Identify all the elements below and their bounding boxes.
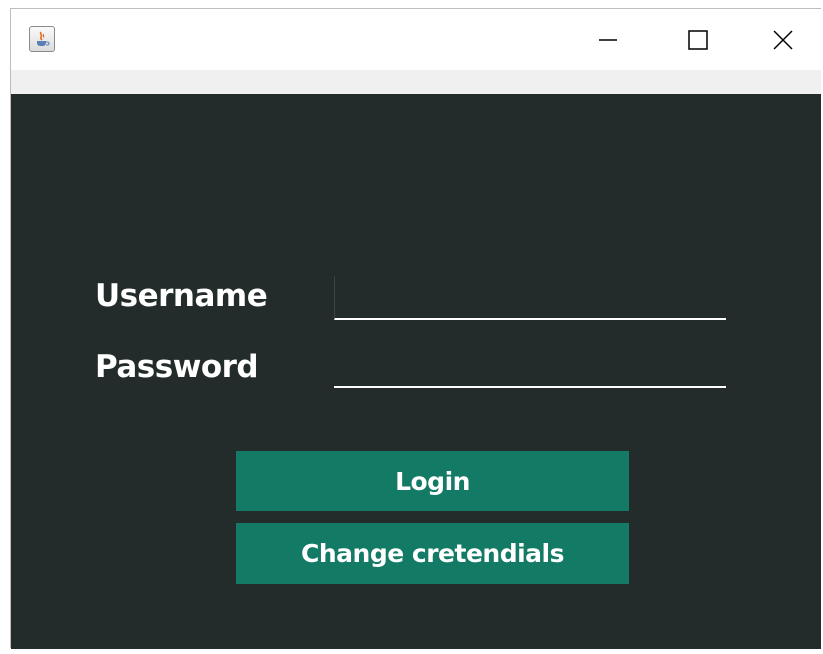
title-bar[interactable] xyxy=(11,9,821,70)
change-credentials-button[interactable]: Change cretendials xyxy=(236,523,629,584)
login-button[interactable]: Login xyxy=(236,451,629,511)
maximize-button[interactable] xyxy=(653,9,743,70)
password-field[interactable] xyxy=(334,344,726,388)
login-panel: Username Password Login Change cretendia… xyxy=(11,94,821,649)
username-label: Username xyxy=(95,278,268,314)
close-icon xyxy=(772,29,793,50)
close-button[interactable] xyxy=(743,9,822,70)
password-label: Password xyxy=(95,349,259,385)
username-field[interactable] xyxy=(334,276,726,320)
java-cup-icon[interactable] xyxy=(29,26,55,52)
minimize-icon xyxy=(599,38,617,41)
app-window: Username Password Login Change cretendia… xyxy=(10,8,821,649)
minimize-button[interactable] xyxy=(563,9,653,70)
maximize-icon xyxy=(688,29,708,50)
menu-bar-strip xyxy=(11,70,821,94)
